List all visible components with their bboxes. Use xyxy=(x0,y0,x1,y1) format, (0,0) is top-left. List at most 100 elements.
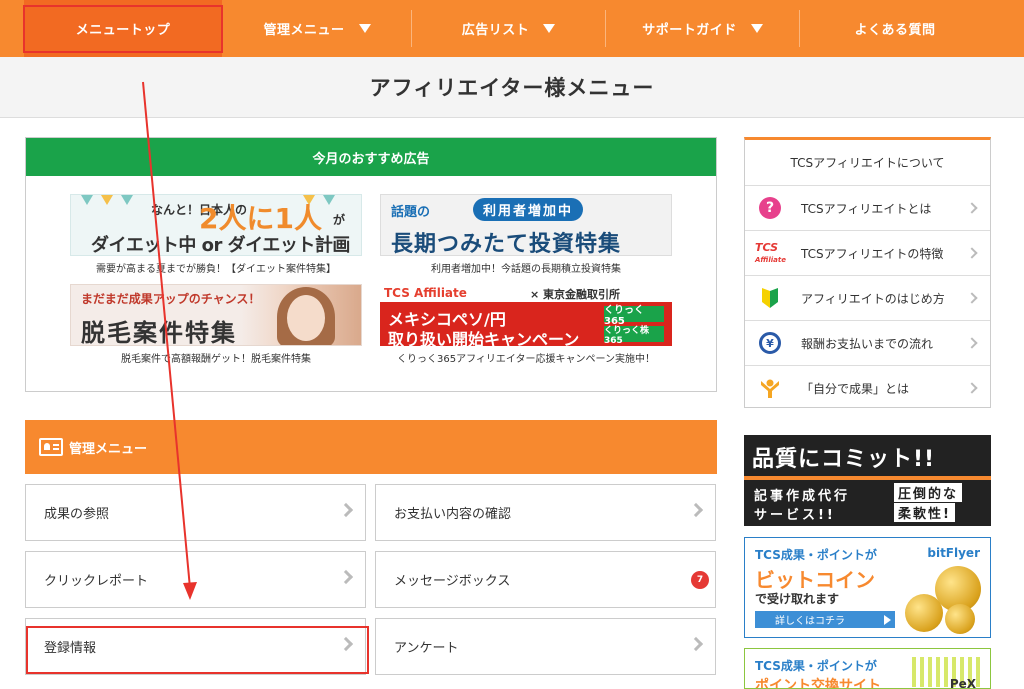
tile-message-box-label: メッセージボックス xyxy=(394,574,511,589)
beginner-mark-icon xyxy=(762,288,778,308)
chevron-right-icon xyxy=(338,502,354,518)
tile-survey-label: アンケート xyxy=(394,641,459,656)
ad-caption-diet[interactable]: 需要が高まる夏までが勝負！【ダイエット案件特集】 xyxy=(70,260,362,275)
tile-payment-details[interactable]: お支払い内容の確認 xyxy=(375,484,716,541)
chevron-right-icon xyxy=(966,247,978,259)
tcs-logo-text: TCS xyxy=(755,241,779,254)
ad-kurikku-line3: 取り扱い開始キャンペーン xyxy=(388,330,580,346)
bitflyer-logo: bitFlyer xyxy=(927,546,980,560)
sidebar-item-label: 「自分で成果」とは xyxy=(801,382,910,396)
person-icon xyxy=(761,379,779,398)
tile-survey[interactable]: アンケート xyxy=(375,618,716,675)
kurikku365-logo: くりっく365 xyxy=(604,305,664,327)
sb-quality-line1: 品質にコミット!! xyxy=(752,447,936,472)
tile-message-box[interactable]: メッセージボックス 7 xyxy=(375,551,716,608)
nav-support-guide[interactable]: サポートガイド xyxy=(606,0,799,57)
ad-banner-diet[interactable]: なんと！日本人の 2人に1人 が ダイエット中 or ダイエット計画中 xyxy=(70,194,362,256)
ad-hair-line2: 脱毛案件特集 xyxy=(81,319,237,346)
ad-invest-pill: 利用者増加中 xyxy=(473,198,584,221)
tcs-logo-icon: TCS Affiliate xyxy=(755,241,786,264)
kurikku-kabu365-logo: くりっく株365 xyxy=(604,326,664,346)
dropdown-triangle-icon xyxy=(750,24,763,33)
side-banner-bitcoin[interactable]: TCS成果・ポイントが bitFlyer ビットコイン で受け取れます 詳しくは… xyxy=(744,537,991,638)
chevron-right-icon xyxy=(338,569,354,585)
sb-quality-line2: 記事作成代行 xyxy=(754,489,851,504)
ad-invest-line2: 長期つみたて投資特集 xyxy=(391,232,622,256)
nav-ad-list-label: 広告リスト xyxy=(461,23,530,38)
management-menu-header: 管理メニュー xyxy=(25,420,717,474)
yen-icon: ¥ xyxy=(759,332,781,354)
bunting-flag xyxy=(121,195,133,205)
sidebar-item-label: TCSアフィリエイトとは xyxy=(801,201,932,216)
sidebar-item-what-is-tcs[interactable]: ? TCSアフィリエイトとは xyxy=(745,186,990,231)
tcs-logo-sub: Affiliate xyxy=(755,256,786,264)
nav-menu-top-label: メニュートップ xyxy=(75,23,171,38)
ad-banner-kurikku365[interactable]: TCS Affiliate × 東京金融取引所 メキシコペソ/円 取り扱い開始キ… xyxy=(380,284,672,346)
bunting-flag xyxy=(101,195,113,205)
sb-pex-line1: TCS成果・ポイントが xyxy=(755,659,877,673)
ad-diet-line2: ダイエット中 or ダイエット計画中 xyxy=(91,235,350,256)
sb-bitcoin-line1: TCS成果・ポイントが xyxy=(755,548,877,562)
nav-ad-list[interactable]: 広告リスト xyxy=(412,0,605,57)
sb-quality-box2: 柔軟性! xyxy=(894,503,955,522)
ad-caption-kurikku365[interactable]: くりっく365アフィリエイター応援キャンペーン実施中！ xyxy=(380,350,672,365)
about-tcs-panel: TCSアフィリエイトについて ? TCSアフィリエイトとは TCS Affili… xyxy=(744,137,991,408)
side-banner-pex[interactable]: TCS成果・ポイントが ポイント交換サイト PeX xyxy=(744,648,991,689)
side-banner-article-writing[interactable]: 品質にコミット!! 記事作成代行 サービス!! 圧倒的な 柔軟性! xyxy=(744,435,991,526)
unread-count-badge: 7 xyxy=(691,571,709,589)
ad-hair-line1: まだまだ成果アップのチャンス！ xyxy=(81,292,261,306)
sb-quality-box1: 圧倒的な xyxy=(894,483,963,502)
sb-pex-line2: ポイント交換サイト xyxy=(755,678,881,689)
sidebar-item-label: アフィリエイトのはじめ方 xyxy=(801,291,945,306)
nav-faq[interactable]: よくある質問 xyxy=(800,0,990,57)
id-card-icon xyxy=(39,438,63,456)
ad-kurikku365[interactable]: TCS Affiliate × 東京金融取引所 メキシコペソ/円 取り扱い開始キ… xyxy=(380,284,672,365)
tile-results[interactable]: 成果の参照 xyxy=(25,484,366,541)
model-face xyxy=(287,295,325,341)
question-icon: ? xyxy=(759,197,781,219)
chevron-right-icon xyxy=(966,382,978,394)
bunting-flag xyxy=(81,195,93,205)
bitcoin-coin-icon xyxy=(945,604,975,634)
nav-menu-top[interactable]: メニュートップ xyxy=(24,0,222,57)
ad-banner-investment[interactable]: 話題の 利用者増加中 長期つみたて投資特集 xyxy=(380,194,672,256)
sidebar-item-label: TCSアフィリエイトの特徴 xyxy=(801,246,944,261)
sidebar-item-self-results[interactable]: 「自分で成果」とは xyxy=(745,366,990,411)
sb-quality-line3: サービス!! xyxy=(754,508,836,523)
nav-faq-label: よくある質問 xyxy=(854,23,936,38)
sidebar-item-how-to-start[interactable]: アフィリエイトのはじめ方 xyxy=(745,276,990,321)
chevron-right-icon xyxy=(966,292,978,304)
chevron-right-icon xyxy=(966,202,978,214)
ad-caption-investment[interactable]: 利用者増加中！今話題の長期積立投資特集 xyxy=(380,260,672,275)
sidebar-item-payment-flow[interactable]: ¥ 報酬お支払いまでの流れ xyxy=(745,321,990,366)
chevron-right-icon xyxy=(688,636,704,652)
chevron-right-icon xyxy=(688,502,704,518)
bunting-flag xyxy=(323,195,335,205)
ad-hair-removal[interactable]: まだまだ成果アップのチャンス！ 脱毛案件特集 脱毛案件で高額報酬ゲット！脱毛案件… xyxy=(70,284,362,365)
chevron-right-icon xyxy=(338,636,354,652)
about-tcs-title: TCSアフィリエイトについて xyxy=(745,140,990,186)
page-title: アフィリエイター様メニュー xyxy=(0,57,1024,118)
tile-registration-info[interactable]: 登録情報 xyxy=(25,618,366,675)
ad-invest-topic: 話題の xyxy=(391,205,431,220)
ad-diet[interactable]: なんと！日本人の 2人に1人 が ダイエット中 or ダイエット計画中 需要が高… xyxy=(70,194,362,275)
tile-click-report[interactable]: クリックレポート xyxy=(25,551,366,608)
sb-bitcoin-details-button[interactable]: 詳しくはコチラ xyxy=(755,611,895,628)
sidebar-item-features[interactable]: TCS Affiliate TCSアフィリエイトの特徴 xyxy=(745,231,990,276)
nav-management-menu[interactable]: 管理メニュー xyxy=(223,0,411,57)
top-nav: メニュートップ 管理メニュー 広告リスト サポートガイド よくある質問 xyxy=(0,0,1024,57)
dropdown-triangle-icon xyxy=(358,24,371,33)
ad-kurikku-partner: × 東京金融取引所 xyxy=(530,288,621,301)
ad-investment[interactable]: 話題の 利用者増加中 長期つみたて投資特集 利用者増加中！今話題の長期積立投資特… xyxy=(380,194,672,275)
ad-banner-hair-removal[interactable]: まだまだ成果アップのチャンス！ 脱毛案件特集 xyxy=(70,284,362,346)
sb-quality-stripe xyxy=(744,476,991,480)
recommended-ads-panel: 今月のおすすめ広告 なんと！日本人の 2人に1人 が ダイエット中 or ダイエ… xyxy=(25,137,717,392)
pex-logo: PeX xyxy=(949,677,976,689)
ad-kurikku-brand: TCS Affiliate xyxy=(384,286,467,300)
dropdown-triangle-icon xyxy=(543,24,556,33)
nav-management-label: 管理メニュー xyxy=(263,23,345,38)
ad-caption-hair-removal[interactable]: 脱毛案件で高額報酬ゲット！脱毛案件特集 xyxy=(70,350,362,365)
tile-results-label: 成果の参照 xyxy=(44,507,110,522)
management-menu-title: 管理メニュー xyxy=(69,441,148,457)
tile-payment-label: お支払い内容の確認 xyxy=(394,507,512,522)
